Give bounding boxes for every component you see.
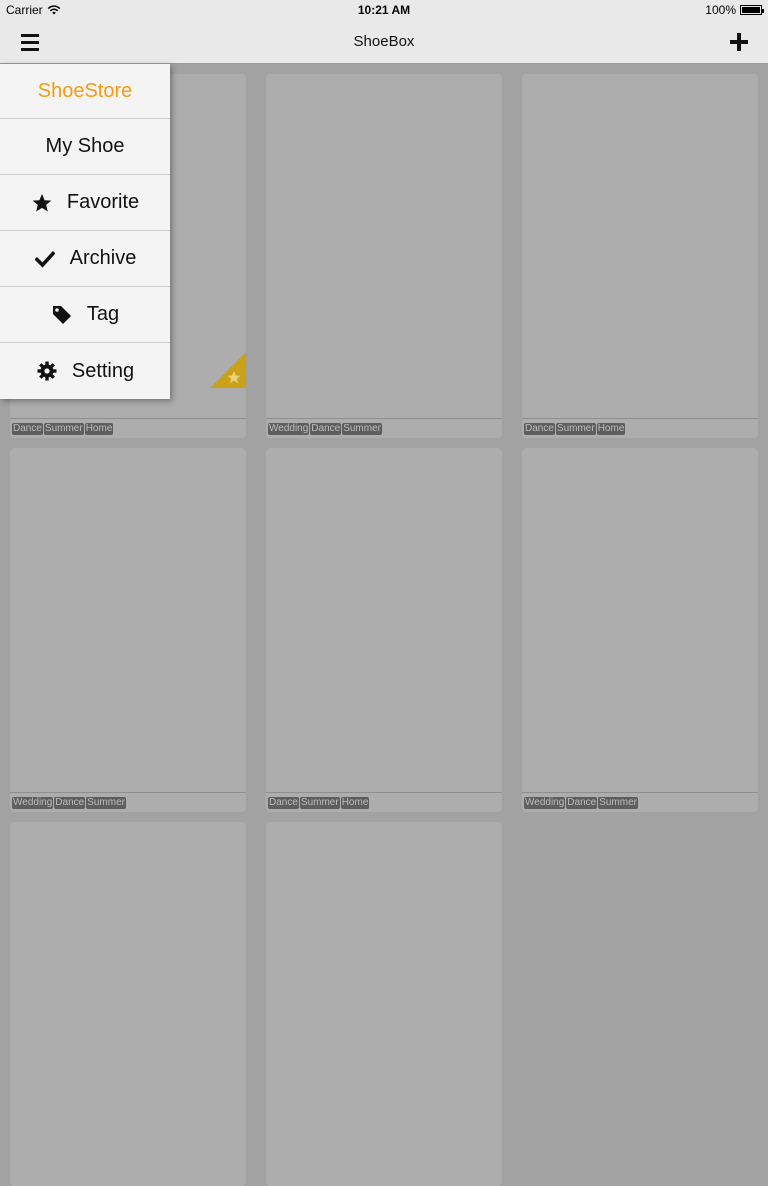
menu-item-shoestore[interactable]: ShoeStore [0,64,170,119]
tag-badge[interactable]: Dance [524,422,555,435]
tag-badge[interactable]: Summer [342,422,382,435]
tag-badge[interactable]: Home [596,422,626,435]
shoe-card[interactable]: Wedding Dance Summer [522,448,758,812]
status-time: 10:21 AM [357,3,411,17]
gear-icon [36,360,58,382]
menu-item-archive[interactable]: Archive [0,231,170,287]
tag-badge[interactable]: Summer [43,422,84,435]
tag-badge[interactable]: Home [340,796,370,809]
tag-badge[interactable]: Summer [598,796,638,809]
menu-item-tag[interactable]: Tag [0,287,170,343]
shoe-card[interactable]: Dance Summer Home [522,74,758,438]
shoe-card[interactable] [266,822,502,1186]
plus-icon[interactable] [722,26,756,58]
navigation-bar: ShoeBox [0,20,768,64]
shoe-image [10,448,246,792]
shoe-card[interactable]: Wedding Dance Summer [266,74,502,438]
tag-badge[interactable]: Summer [555,422,596,435]
tag-row: Dance Summer Home [522,418,758,438]
menu-item-label: Setting [71,359,135,382]
tag-badge[interactable]: Dance [310,422,342,435]
status-bar: Carrier 10:21 AM 100% [0,0,768,20]
side-menu: ShoeStore My Shoe Favorite Archive Tag S… [0,64,170,399]
tag-badge[interactable]: Summer [299,796,340,809]
tag-row: Dance Summer Home [10,418,246,438]
menu-item-setting[interactable]: Setting [0,343,170,399]
battery-icon [740,5,764,15]
tag-icon [51,304,73,326]
shoe-image [266,74,502,418]
menu-item-label: Archive [69,247,137,269]
menu-item-favorite[interactable]: Favorite [0,175,170,231]
shoe-card[interactable]: Dance Summer Home [266,448,502,812]
tag-row: Wedding Dance Summer [266,418,502,438]
status-battery: 100% [705,3,764,17]
star-icon [31,192,53,214]
brand-label: ShoeStore [37,79,133,102]
shoe-image [522,74,758,418]
menu-item-label: Tag [86,303,120,325]
tag-row: Wedding Dance Summer [522,792,758,812]
menu-item-my-shoe[interactable]: My Shoe [0,119,170,175]
tag-badge[interactable]: Home [84,422,114,435]
tag-row: Dance Summer Home [266,792,502,812]
menu-item-label: My Shoe [45,135,125,157]
shoe-image [522,448,758,792]
shoe-card[interactable]: Wedding Dance Summer [10,448,246,812]
checkmark-icon [34,248,56,270]
tag-badge[interactable]: Dance [268,796,299,809]
tag-badge[interactable]: Summer [86,796,126,809]
tag-row: Wedding Dance Summer [10,792,246,812]
shoe-image [266,448,502,792]
tag-badge[interactable]: Dance [54,796,86,809]
tag-badge[interactable]: Wedding [524,796,566,809]
battery-percent: 100% [705,3,736,17]
tag-badge[interactable]: Dance [12,422,43,435]
shoe-image [266,822,502,1166]
tag-badge[interactable]: Wedding [268,422,310,435]
menu-item-label: Favorite [66,191,140,213]
page-title: ShoeBox [353,33,415,50]
tag-badge[interactable]: Wedding [12,796,54,809]
tag-badge[interactable]: Dance [566,796,598,809]
shoe-image [10,822,246,1166]
shoe-card[interactable] [10,822,246,1186]
favorite-badge-icon [210,352,246,388]
